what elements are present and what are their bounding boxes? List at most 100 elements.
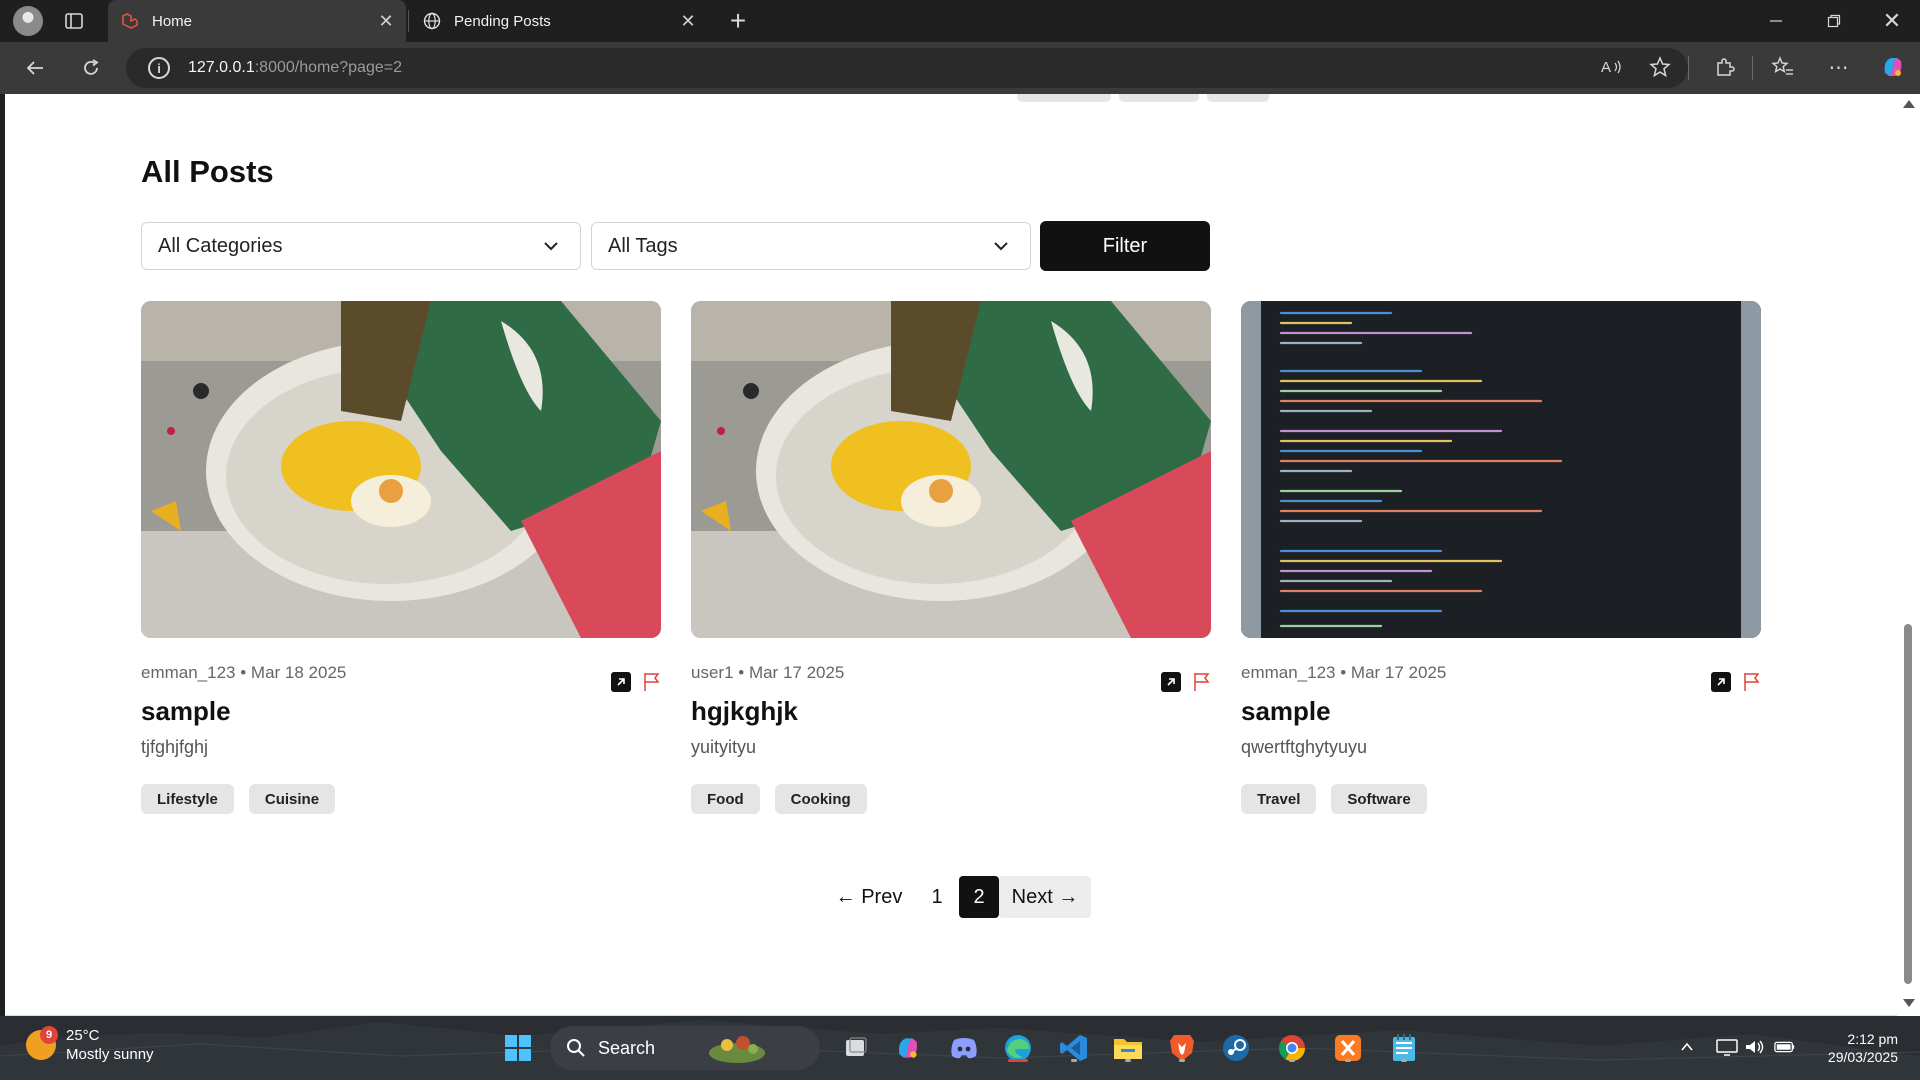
profile-icon (13, 6, 43, 36)
food-bowl-photo (691, 301, 1211, 638)
copilot-app-button[interactable] (890, 1030, 926, 1066)
post-meta: emman_123 • Mar 18 2025 (141, 663, 347, 682)
tag-chip[interactable]: Cuisine (248, 784, 336, 814)
weather-widget[interactable]: 9 25°C Mostly sunny (26, 1026, 154, 1064)
running-indicator (1179, 1059, 1185, 1062)
url-text[interactable]: 127.0.0.1:8000/home?page=2 (188, 59, 402, 77)
filter-button[interactable]: Filter (1040, 221, 1210, 271)
restore-window-button[interactable] (1818, 6, 1850, 36)
running-indicator (1125, 1059, 1131, 1062)
url-path: :8000/home?page=2 (254, 59, 402, 76)
food-widget-icon (709, 1036, 766, 1063)
notepad-app-button[interactable] (1386, 1030, 1422, 1066)
post-title[interactable]: sample (1241, 696, 1331, 727)
post-title[interactable]: sample (141, 696, 231, 727)
task-view-button[interactable] (838, 1030, 874, 1066)
tab-pending-posts[interactable]: Pending Posts ✕ (410, 0, 708, 42)
task-view-icon (846, 1037, 867, 1056)
settings-more-button[interactable]: ⋯ (1822, 50, 1856, 84)
read-aloud-button[interactable]: A (1596, 50, 1628, 84)
taskbar-search[interactable]: Search (550, 1026, 820, 1070)
copilot-icon (899, 1038, 917, 1058)
post-meta: user1 • Mar 17 2025 (691, 663, 845, 682)
windows-start-button[interactable] (500, 1030, 536, 1066)
scroll-thumb[interactable] (1904, 624, 1912, 984)
post-title[interactable]: hgjkghjk (691, 696, 798, 727)
discord-app-button[interactable] (946, 1030, 982, 1066)
tag-chip[interactable]: Lifestyle (141, 784, 234, 814)
open-external-icon[interactable] (611, 672, 631, 692)
post-image[interactable] (691, 301, 1211, 638)
report-flag-icon[interactable] (1191, 670, 1213, 692)
add-favorite-button[interactable] (1644, 50, 1676, 84)
xampp-app-button[interactable] (1330, 1030, 1366, 1066)
page-link-1[interactable]: 1 (917, 876, 957, 918)
next-page-link[interactable]: Next → (999, 876, 1091, 918)
new-tab-button[interactable]: + (722, 5, 754, 37)
post-author: emman_123 (141, 663, 236, 682)
tab-divider (408, 10, 409, 32)
tag-chip[interactable]: Software (1331, 784, 1427, 814)
vscode-app-button[interactable] (1056, 1030, 1092, 1066)
scroll-up-arrow-icon[interactable] (1903, 100, 1915, 108)
tab-title: Home (152, 12, 193, 30)
tags-select[interactable]: All Tags (591, 222, 1031, 270)
open-external-icon[interactable] (1161, 672, 1181, 692)
toolbar-divider (1688, 56, 1689, 80)
tab-home[interactable]: Home ✕ (108, 0, 406, 42)
site-info-icon[interactable]: i (148, 57, 170, 79)
reload-button[interactable] (74, 52, 108, 84)
star-icon (1649, 56, 1671, 78)
report-flag-icon[interactable] (641, 670, 663, 692)
arrow-left-icon (26, 61, 43, 75)
close-tab-icon[interactable]: ✕ (674, 7, 702, 35)
page-scrollbar[interactable] (1897, 94, 1920, 1016)
close-window-button[interactable]: ✕ (1876, 6, 1908, 36)
tag-chip[interactable]: Travel (1241, 784, 1317, 814)
system-clock[interactable]: 2:12 pm 29/03/2025 (1812, 1030, 1898, 1066)
battery-icon[interactable] (1774, 1036, 1796, 1058)
tags-select-value: All Tags (608, 234, 678, 257)
show-hidden-icons-chevron-icon[interactable] (1676, 1036, 1698, 1058)
address-bar[interactable]: i 127.0.0.1:8000/home?page=2 (126, 48, 1688, 88)
post-tags: Lifestyle Cuisine (141, 784, 336, 814)
tab-actions-icon (65, 13, 83, 29)
weather-temp: 25°C (66, 1027, 100, 1044)
category-select[interactable]: All Categories (141, 222, 581, 270)
post-excerpt: yuityityu (691, 737, 757, 757)
tag-chip[interactable]: Food (691, 784, 760, 814)
post-card[interactable]: emman_123 • Mar 17 2025 sample qwertftgh… (1241, 301, 1761, 821)
minimize-window-button[interactable] (1760, 6, 1792, 36)
volume-icon[interactable] (1744, 1036, 1766, 1058)
weather-condition: Mostly sunny (66, 1046, 154, 1063)
search-icon (567, 1039, 585, 1057)
back-button[interactable] (18, 52, 52, 84)
restore-icon (1827, 14, 1841, 28)
post-image[interactable] (1241, 301, 1761, 638)
scroll-down-arrow-icon[interactable] (1903, 999, 1915, 1007)
extensions-button[interactable] (1708, 50, 1742, 84)
post-date: Mar 18 2025 (250, 663, 347, 682)
close-tab-icon[interactable]: ✕ (372, 7, 400, 35)
steam-app-button[interactable] (1218, 1030, 1254, 1066)
previous-section-chip (1119, 94, 1199, 102)
profile-avatar-button[interactable] (12, 5, 44, 37)
edge-app-button[interactable] (1000, 1030, 1036, 1066)
discord-icon (951, 1038, 977, 1059)
network-icon[interactable] (1716, 1036, 1738, 1058)
tag-chip[interactable]: Cooking (774, 784, 867, 814)
copilot-button[interactable] (1876, 50, 1910, 84)
favorites-button[interactable] (1766, 50, 1800, 84)
file-explorer-app-button[interactable] (1110, 1030, 1146, 1066)
toolbar-divider (1752, 56, 1753, 80)
browser-tab-bar: Home ✕ Pending Posts ✕ + ✕ (0, 0, 1920, 42)
post-card[interactable]: user1 • Mar 17 2025 hgjkghjk yuityityu F… (691, 301, 1211, 821)
open-external-icon[interactable] (1711, 672, 1731, 692)
brave-app-button[interactable] (1164, 1030, 1200, 1066)
tab-actions-button[interactable] (58, 5, 90, 37)
post-image[interactable] (141, 301, 661, 638)
prev-page-link[interactable]: ← Prev (827, 876, 911, 918)
chrome-app-button[interactable] (1274, 1030, 1310, 1066)
report-flag-icon[interactable] (1741, 670, 1763, 692)
post-card[interactable]: emman_123 • Mar 18 2025 sample tjfghjfgh… (141, 301, 661, 821)
